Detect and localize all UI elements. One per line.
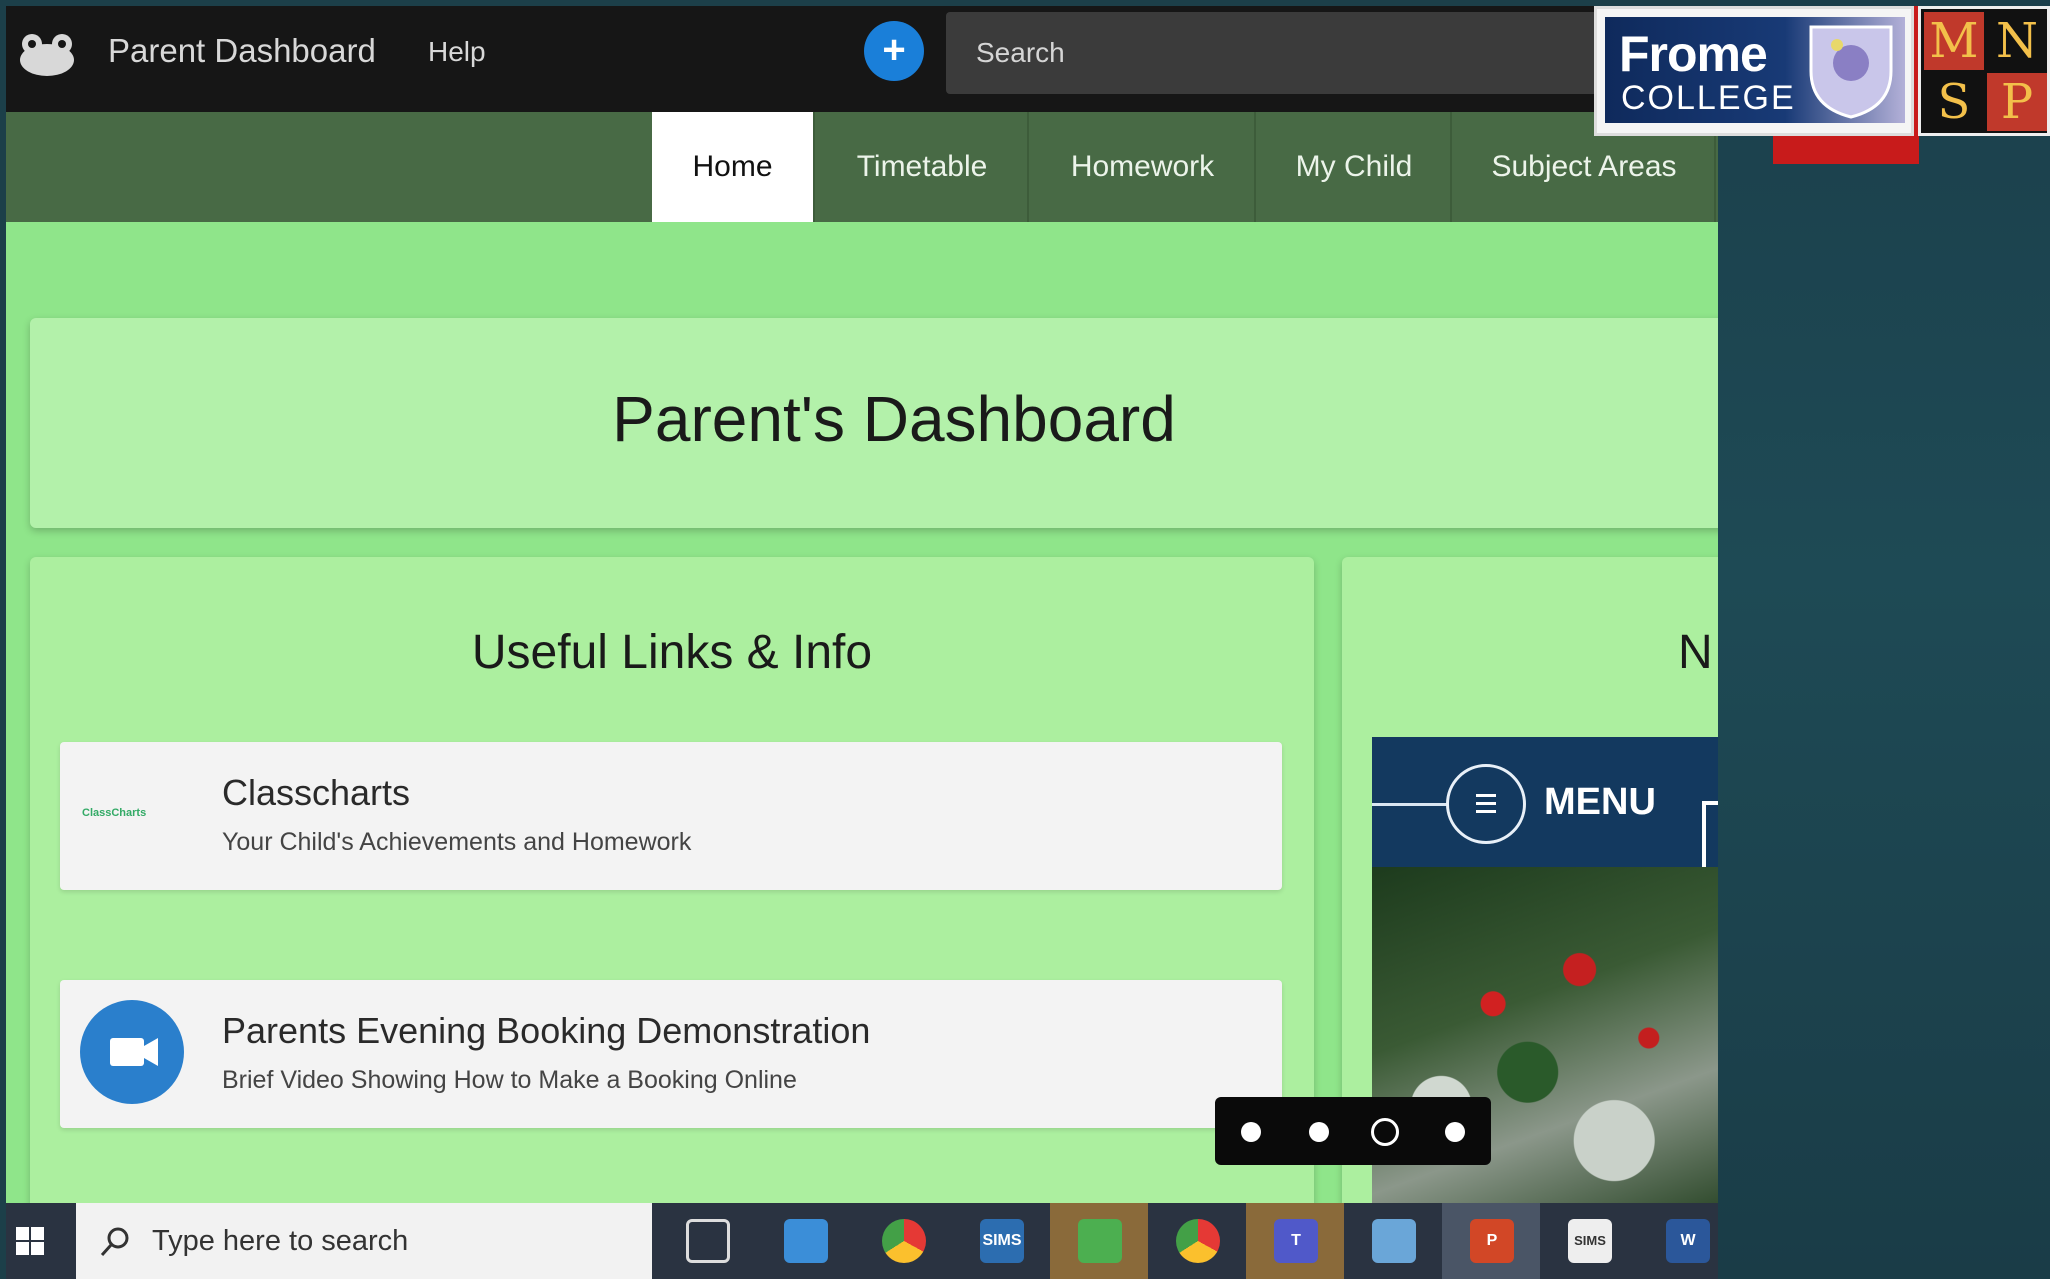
task-view-icon[interactable] [658,1203,756,1279]
search-icon [100,1227,129,1257]
top-bar: Parent Dashboard Help + Search [6,6,1718,112]
link-item-parents-evening[interactable]: Parents Evening Booking Demonstration Br… [60,980,1282,1128]
link-item-classcharts[interactable]: ClassCharts Classcharts Your Child's Ach… [60,742,1282,890]
carousel-dot-active[interactable] [1371,1118,1399,1146]
powerpoint-icon[interactable]: P [1442,1203,1540,1279]
remote-desktop-icon[interactable] [756,1203,854,1279]
menu-label[interactable]: MENU [1544,781,1656,824]
page-title: Parent's Dashboard [612,383,1176,455]
link-subtitle: Your Child's Achievements and Homework [222,828,692,856]
teams-icon[interactable]: T [1246,1203,1344,1279]
nav-bar: Home Timetable Homework My Child Subject… [6,112,1718,222]
browser-screenshot: Parent Dashboard Help + Search Home Time… [6,6,1718,1279]
link-subtitle: Brief Video Showing How to Make a Bookin… [222,1066,797,1094]
school-logos: Frome COLLEGE M N S P [1594,6,2050,164]
college-crest-icon [1809,25,1893,119]
carousel-dot[interactable] [1309,1122,1329,1142]
windows-taskbar: Type here to search SIMS T P SIMS W [6,1203,1718,1279]
useful-links-card: Useful Links & Info ClassCharts Classcha… [30,557,1314,1279]
tab-homework[interactable]: Homework [1031,112,1256,222]
hamburger-menu-icon[interactable] [1446,764,1526,844]
tab-timetable[interactable]: Timetable [817,112,1029,222]
links-card-title: Useful Links & Info [471,626,873,679]
carousel-dot[interactable] [1241,1122,1261,1142]
sims-icon-2[interactable]: SIMS [1540,1203,1638,1279]
add-button[interactable]: + [864,21,924,81]
mnsp-letter: M [1924,12,1984,70]
help-link[interactable]: Help [428,36,486,68]
sims-icon[interactable]: SIMS [952,1203,1050,1279]
news-card-title: N [1678,626,1713,679]
maps-icon[interactable] [1050,1203,1148,1279]
classcharts-logo: ClassCharts [82,807,147,819]
mnsp-letter: P [1987,73,2047,131]
chrome-profile-icon[interactable] [1148,1203,1246,1279]
hero-card: Parent's Dashboard [30,318,1718,528]
chrome-icon[interactable] [854,1203,952,1279]
menu-rule [1372,803,1448,806]
video-camera-icon [80,1000,184,1104]
link-title: Classcharts [222,772,411,813]
frog-logo-icon[interactable] [16,30,78,78]
windows-start-icon[interactable] [10,1221,50,1261]
mnsp-letter: S [1924,73,1984,131]
photos-icon[interactable] [1344,1203,1442,1279]
taskbar-search-input[interactable]: Type here to search [76,1203,652,1279]
carousel-dot[interactable] [1445,1122,1465,1142]
search-input[interactable]: Search [946,12,1706,94]
tab-my-child[interactable]: My Child [1258,112,1452,222]
website-menu-bar: MENU [1372,737,1718,913]
mnsp-letter: N [1987,12,2047,70]
taskbar-search-placeholder: Type here to search [152,1225,409,1257]
frome-college-logo: Frome COLLEGE [1594,6,1914,136]
frome-logo-text: Frome [1619,26,1768,82]
carousel-pagination [1215,1097,1491,1165]
link-title: Parents Evening Booking Demonstration [222,1010,871,1051]
college-logo-text: COLLEGE [1621,79,1796,117]
word-icon[interactable]: W [1638,1203,1718,1279]
tab-home[interactable]: Home [652,112,815,222]
mnsp-logo: M N S P [1918,6,2050,136]
slide-backdrop [1718,0,2050,1279]
app-title[interactable]: Parent Dashboard [108,32,376,70]
